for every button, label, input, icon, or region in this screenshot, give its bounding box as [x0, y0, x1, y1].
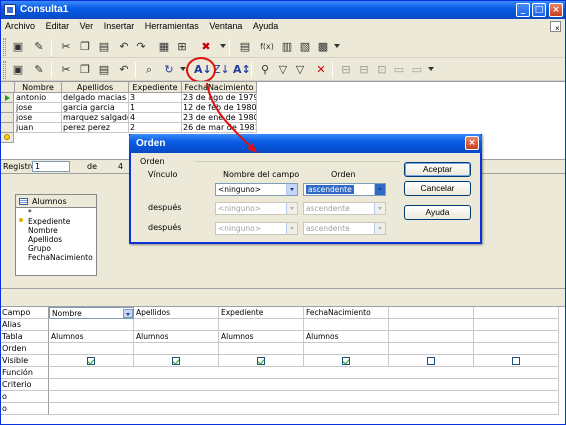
main-window: Consulta1 _ □ × Archivo Editar Ver Inser…	[0, 0, 566, 425]
annotation-arrow	[206, 82, 257, 153]
